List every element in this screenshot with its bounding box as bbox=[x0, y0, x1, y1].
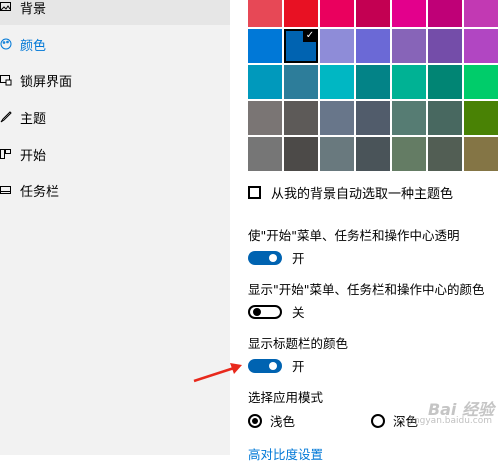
color-swatch[interactable] bbox=[392, 29, 426, 63]
color-swatch[interactable] bbox=[392, 101, 426, 135]
color-swatch[interactable] bbox=[464, 0, 498, 27]
color-swatch[interactable] bbox=[284, 101, 318, 135]
color-swatch[interactable] bbox=[428, 65, 462, 99]
taskbar-icon bbox=[0, 184, 20, 196]
toggle-knob bbox=[269, 253, 277, 262]
high-contrast-settings-link[interactable]: 高对比度设置 bbox=[248, 444, 323, 463]
color-swatch[interactable] bbox=[320, 0, 354, 27]
color-swatch[interactable] bbox=[392, 137, 426, 171]
sidebar-item-label: 颜色 bbox=[20, 38, 47, 54]
color-swatch[interactable] bbox=[464, 29, 498, 63]
transparency-toggle[interactable] bbox=[248, 250, 282, 265]
color-swatch[interactable] bbox=[428, 101, 462, 135]
sidebar-item-label: 主题 bbox=[20, 111, 47, 127]
toggle-knob bbox=[253, 307, 261, 316]
color-swatch[interactable] bbox=[248, 101, 282, 135]
sidebar-item-lock-screen[interactable]: 锁屏界面 bbox=[0, 62, 230, 98]
color-swatch[interactable] bbox=[248, 65, 282, 99]
settings-sidebar: 背景 颜色 锁屏界面 主题 开始 任务栏 bbox=[0, 0, 230, 455]
color-swatch[interactable] bbox=[320, 137, 354, 171]
light-mode-option[interactable]: 浅色 bbox=[248, 411, 295, 430]
show-start-color-toggle-row: 关 bbox=[248, 302, 305, 321]
light-mode-label: 浅色 bbox=[270, 414, 296, 429]
sidebar-item-taskbar[interactable]: 任务栏 bbox=[0, 172, 230, 208]
auto-pick-accent-checkbox-row[interactable]: 从我的背景自动选取一种主题色 bbox=[248, 183, 453, 202]
color-swatch[interactable] bbox=[284, 137, 318, 171]
color-swatch-selected[interactable]: ✓ bbox=[284, 29, 318, 63]
sidebar-item-themes[interactable]: 主题 bbox=[0, 99, 230, 135]
sidebar-item-label: 任务栏 bbox=[20, 184, 60, 200]
show-start-color-label: 显示"开始"菜单、任务栏和操作中心的颜色 bbox=[248, 282, 485, 297]
color-swatch[interactable] bbox=[248, 0, 282, 27]
color-swatch[interactable] bbox=[284, 65, 318, 99]
sidebar-item-label: 背景 bbox=[20, 1, 47, 17]
color-swatch[interactable] bbox=[356, 29, 390, 63]
color-swatch[interactable] bbox=[248, 137, 282, 171]
transparency-toggle-row: 开 bbox=[248, 248, 305, 267]
color-swatch[interactable] bbox=[356, 137, 390, 171]
color-swatch[interactable] bbox=[392, 65, 426, 99]
color-swatch[interactable] bbox=[356, 101, 390, 135]
color-swatch[interactable] bbox=[248, 29, 282, 63]
sidebar-item-background[interactable]: 背景 bbox=[0, 0, 230, 25]
transparency-label: 使"开始"菜单、任务栏和操作中心透明 bbox=[248, 228, 460, 243]
transparency-state: 开 bbox=[292, 251, 305, 266]
title-bar-color-toggle-row: 开 bbox=[248, 356, 305, 375]
app-mode-label: 选择应用模式 bbox=[248, 390, 324, 405]
sidebar-item-label: 开始 bbox=[20, 148, 47, 164]
light-mode-radio[interactable] bbox=[248, 413, 262, 428]
color-swatch[interactable] bbox=[356, 0, 390, 27]
sidebar-item-label: 锁屏界面 bbox=[20, 74, 73, 90]
color-swatch[interactable] bbox=[392, 0, 426, 27]
auto-pick-accent-label: 从我的背景自动选取一种主题色 bbox=[271, 187, 454, 202]
sidebar-item-start[interactable]: 开始 bbox=[0, 136, 230, 172]
start-icon bbox=[0, 148, 20, 160]
color-swatch[interactable] bbox=[320, 65, 354, 99]
brush-icon bbox=[0, 111, 20, 123]
show-start-color-toggle[interactable] bbox=[248, 304, 282, 319]
color-swatch[interactable] bbox=[320, 101, 354, 135]
checkmark-icon: ✓ bbox=[303, 30, 317, 42]
color-swatch[interactable] bbox=[428, 29, 462, 63]
color-swatch[interactable] bbox=[320, 29, 354, 63]
color-swatch[interactable] bbox=[284, 0, 318, 27]
palette-icon bbox=[0, 38, 20, 50]
auto-pick-accent-checkbox[interactable] bbox=[248, 186, 261, 199]
color-swatch[interactable] bbox=[464, 101, 498, 135]
dark-mode-radio[interactable] bbox=[371, 413, 385, 428]
picture-icon bbox=[0, 1, 20, 13]
toggle-knob bbox=[269, 361, 277, 370]
accent-color-grid: ✓ bbox=[248, 0, 500, 174]
show-start-color-state: 关 bbox=[292, 305, 305, 320]
watermark-url: jingyan.baidu.com bbox=[408, 416, 492, 426]
color-swatch[interactable] bbox=[464, 137, 498, 171]
title-bar-color-toggle[interactable] bbox=[248, 358, 282, 373]
title-bar-color-state: 开 bbox=[292, 359, 305, 374]
lock-screen-icon bbox=[0, 74, 20, 86]
title-bar-color-label: 显示标题栏的颜色 bbox=[248, 336, 349, 351]
annotation-arrow-icon bbox=[193, 363, 242, 383]
sidebar-item-colors[interactable]: 颜色 bbox=[0, 26, 230, 62]
color-swatch[interactable] bbox=[464, 65, 498, 99]
color-swatch[interactable] bbox=[356, 65, 390, 99]
color-swatch[interactable] bbox=[428, 0, 462, 27]
color-swatch[interactable] bbox=[428, 137, 462, 171]
